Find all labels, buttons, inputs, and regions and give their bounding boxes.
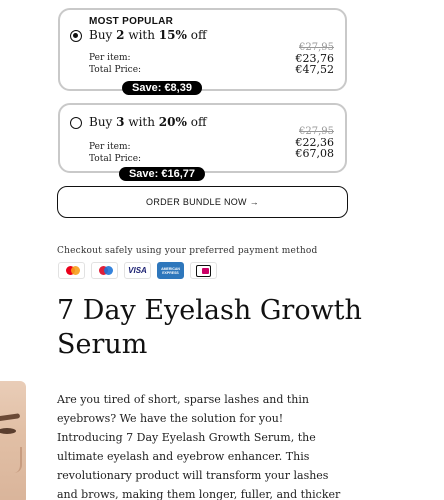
bundle-radio[interactable] bbox=[70, 117, 82, 129]
savings-badge: Save: €8,39 bbox=[122, 81, 202, 95]
visa-icon: VISA bbox=[124, 262, 151, 279]
product-title: 7 Day Eyelash Growth Serum bbox=[57, 295, 362, 360]
bundle-option-3-items[interactable]: Buy 3 with 20% off Per item: Total Price… bbox=[58, 103, 347, 173]
per-item-label: Per item: bbox=[89, 142, 131, 152]
mastercard-icon bbox=[58, 262, 85, 279]
bundle-prices: €27,95 €22,36 €67,08 bbox=[296, 126, 335, 159]
ideal-icon bbox=[190, 262, 217, 279]
checkout-safely-text: Checkout safely using your preferred pay… bbox=[57, 246, 318, 256]
total-price-label: Total Price: bbox=[89, 154, 142, 164]
bundle-title: Buy 3 with 20% off bbox=[89, 115, 207, 129]
total-price: €67,08 bbox=[295, 147, 335, 160]
bundle-radio-selected[interactable] bbox=[70, 30, 82, 42]
total-price-label: Total Price: bbox=[89, 65, 142, 75]
most-popular-badge: MOST POPULAR bbox=[89, 16, 174, 27]
payment-methods: VISA AMERICAN EXPRESS bbox=[58, 262, 217, 279]
product-description: Are you tired of short, sparse lashes an… bbox=[57, 393, 341, 500]
savings-badge: Save: €16,77 bbox=[118, 167, 206, 181]
amex-icon: AMERICAN EXPRESS bbox=[157, 262, 184, 279]
bundle-title: Buy 2 with 15% off bbox=[89, 28, 207, 42]
bundle-prices: €27,95 €23,76 €47,52 bbox=[296, 42, 335, 75]
product-photo bbox=[0, 381, 26, 500]
per-item-label: Per item: bbox=[89, 53, 131, 63]
maestro-icon bbox=[91, 262, 118, 279]
order-bundle-button[interactable]: ORDER BUNDLE NOW → bbox=[57, 186, 348, 218]
bundle-option-2-items[interactable]: MOST POPULAR Buy 2 with 15% off Per item… bbox=[58, 8, 347, 91]
total-price: €47,52 bbox=[295, 63, 335, 76]
